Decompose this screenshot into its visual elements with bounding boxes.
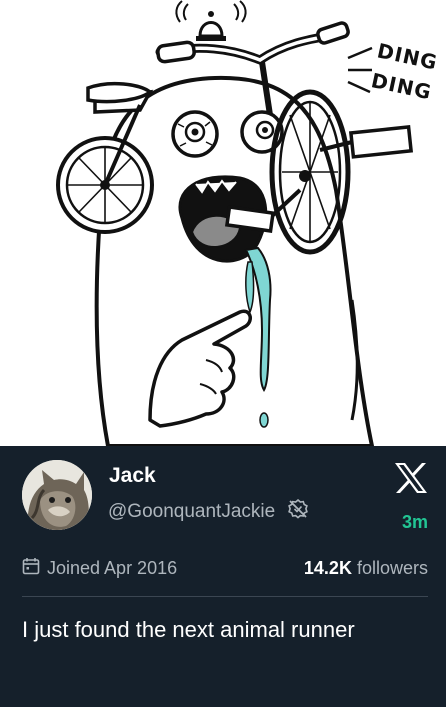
ding-text-1: DING xyxy=(375,38,440,74)
followers-count[interactable]: 14.2K followers xyxy=(304,558,428,579)
ding-sound-effect: DING DING xyxy=(347,38,440,104)
joined-date: Joined Apr 2016 xyxy=(22,557,177,580)
verified-off-icon xyxy=(287,498,309,525)
x-logo-icon[interactable] xyxy=(394,462,428,494)
profile-meta: Joined Apr 2016 14.2K followers xyxy=(22,556,428,580)
creature-body xyxy=(94,75,375,446)
followers-label: followers xyxy=(356,557,428,578)
time-ago[interactable]: 3m xyxy=(402,512,428,533)
bell-icon xyxy=(175,0,247,41)
handle-row: @GoonquantJackie xyxy=(108,498,309,525)
divider xyxy=(22,596,428,597)
ding-text-2: DING xyxy=(369,68,434,104)
tweet-card: Jack @GoonquantJackie 3m Joined Apr 2016… xyxy=(0,446,446,707)
followers-number: 14.2K xyxy=(303,557,352,578)
profile-handle[interactable]: @GoonquantJackie xyxy=(108,501,275,523)
tweet-text: I just found the next animal runner xyxy=(22,617,355,642)
meme-illustration: DING DING xyxy=(0,0,446,446)
calendar-icon xyxy=(22,557,40,580)
avatar[interactable] xyxy=(22,460,92,530)
creature-eye-left xyxy=(171,110,219,158)
bike-front-wheel xyxy=(269,89,351,255)
screenshot: DING DING Jack @GoonquantJackie 3m Joine… xyxy=(0,0,446,707)
joined-label: Joined Apr 2016 xyxy=(47,557,178,578)
profile-name[interactable]: Jack xyxy=(109,464,156,488)
